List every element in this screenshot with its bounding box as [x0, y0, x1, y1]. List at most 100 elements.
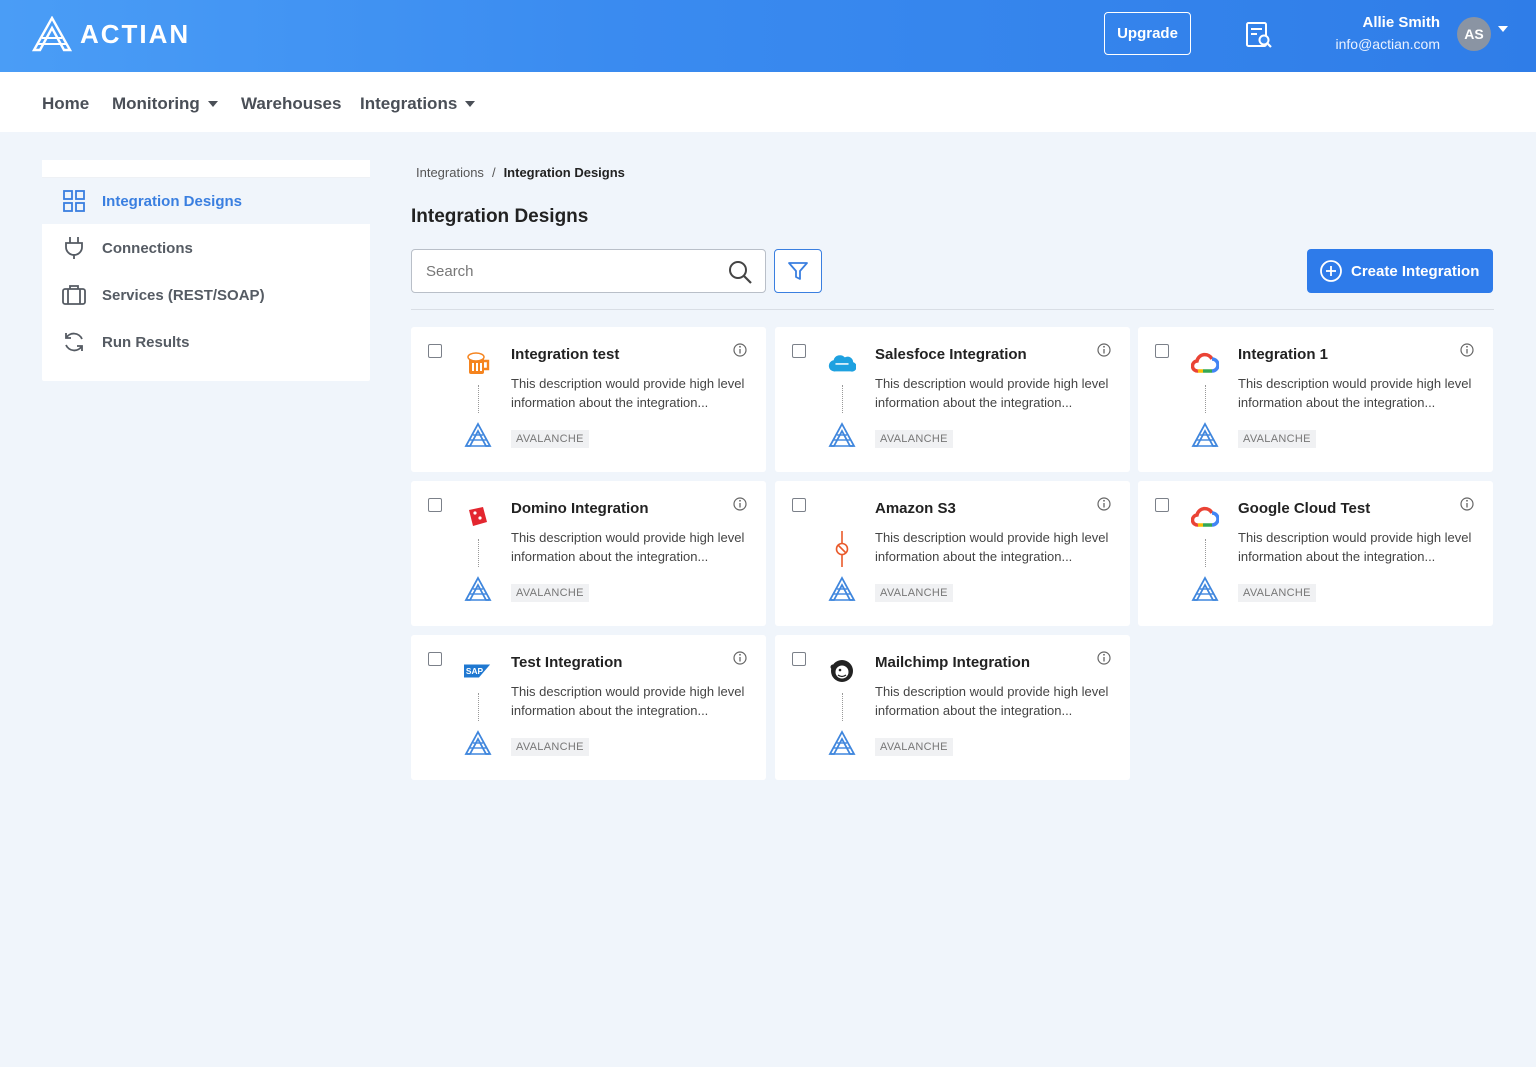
info-icon[interactable]: [1097, 343, 1111, 357]
search-box: [411, 249, 766, 293]
info-icon[interactable]: [1460, 343, 1474, 357]
card-description: This description would provide high leve…: [511, 530, 745, 564]
integration-card[interactable]: Salesfoce Integration This description wo…: [775, 327, 1130, 472]
sidebar: Integration Designs Connections Services…: [42, 160, 370, 381]
report-search-icon[interactable]: [1244, 20, 1274, 50]
search-icon[interactable]: [727, 259, 753, 285]
card-checkbox[interactable]: [792, 344, 806, 358]
nav-warehouses[interactable]: Warehouses: [241, 94, 341, 114]
integration-card[interactable]: SAP Test Integration This description woul…: [411, 635, 766, 780]
connector-line: [478, 539, 479, 567]
card-checkbox[interactable]: [792, 652, 806, 666]
search-input[interactable]: [426, 260, 716, 282]
sidebar-item-label: Services (REST/SOAP): [102, 286, 265, 304]
info-icon[interactable]: [733, 343, 747, 357]
info-icon[interactable]: [1460, 497, 1474, 511]
card-title[interactable]: Salesfoce Integration: [875, 346, 1027, 363]
info-icon[interactable]: [1097, 497, 1111, 511]
card-description: This description would provide high leve…: [511, 684, 745, 718]
target-badge: AVALANCHE: [1238, 430, 1316, 448]
avalanche-icon: [464, 576, 492, 602]
integration-card[interactable]: Domino Integration This description would…: [411, 481, 766, 626]
actian-logo-icon: [32, 16, 72, 52]
card-description: This description would provide high leve…: [875, 530, 1109, 564]
info-icon[interactable]: [1097, 651, 1111, 665]
sidebar-item-run-results[interactable]: Run Results: [42, 319, 370, 365]
caret-down-icon: [207, 101, 218, 107]
briefcase-icon: [62, 283, 86, 307]
filter-button[interactable]: [774, 249, 822, 293]
info-icon[interactable]: [733, 651, 747, 665]
upgrade-button[interactable]: Upgrade: [1104, 12, 1191, 55]
salesforce-cloud-icon: [828, 349, 856, 377]
breadcrumb-separator: /: [491, 165, 496, 180]
grid-icon: [62, 189, 86, 213]
user-name: Allie Smith: [1362, 14, 1440, 31]
connector-line: [842, 385, 843, 413]
avalanche-icon: [828, 730, 856, 756]
breadcrumb-current: Integration Designs: [503, 165, 625, 180]
create-integration-button[interactable]: Create Integration: [1307, 249, 1493, 293]
google-cloud-icon: [1191, 349, 1219, 377]
sidebar-item-integration-designs[interactable]: Integration Designs: [42, 178, 370, 224]
avalanche-icon: [1191, 422, 1219, 448]
card-title[interactable]: Integration 1: [1238, 346, 1328, 363]
target-badge: AVALANCHE: [511, 430, 589, 448]
target-badge: AVALANCHE: [875, 430, 953, 448]
card-checkbox[interactable]: [428, 652, 442, 666]
sidebar-item-services[interactable]: Services (REST/SOAP): [42, 272, 370, 318]
integration-card[interactable]: Google Cloud Test This description would …: [1138, 481, 1493, 626]
sidebar-item-label: Run Results: [102, 333, 190, 351]
integration-card[interactable]: Mailchimp Integration This description wo…: [775, 635, 1130, 780]
avalanche-icon: [464, 422, 492, 448]
target-badge: AVALANCHE: [875, 584, 953, 602]
card-checkbox[interactable]: [428, 498, 442, 512]
avatar[interactable]: AS: [1457, 17, 1491, 51]
nav-home-label: Home: [42, 94, 90, 113]
sidebar-item-label: Integration Designs: [102, 192, 243, 210]
avalanche-icon: [464, 730, 492, 756]
card-title[interactable]: Google Cloud Test: [1238, 500, 1370, 517]
avalanche-icon: [828, 576, 856, 602]
card-checkbox[interactable]: [428, 344, 442, 358]
card-checkbox[interactable]: [1155, 498, 1169, 512]
connector-line: [1205, 539, 1206, 567]
card-description: This description would provide high leve…: [875, 376, 1109, 410]
nav-monitoring[interactable]: Monitoring: [112, 94, 218, 114]
integration-card[interactable]: Amazon S3 This description would provide …: [775, 481, 1130, 626]
card-title[interactable]: Amazon S3: [875, 500, 956, 517]
nav-monitoring-label: Monitoring: [112, 94, 200, 113]
caret-down-icon: [465, 101, 476, 107]
brand-name: ACTIAN: [80, 18, 191, 49]
plus-circle-icon: [1320, 260, 1342, 282]
integration-card[interactable]: Integration 1 This description would prov…: [1138, 327, 1493, 472]
breadcrumb-integrations[interactable]: Integrations: [416, 165, 484, 180]
card-description: This description would provide high leve…: [1238, 376, 1472, 410]
card-checkbox[interactable]: [1155, 344, 1169, 358]
create-integration-label: Create Integration: [1351, 262, 1480, 280]
nav-integrations[interactable]: Integrations: [360, 94, 476, 114]
sidebar-header: [42, 160, 370, 178]
actian-logo[interactable]: ACTIAN: [32, 16, 190, 52]
nav-warehouses-label: Warehouses: [241, 94, 342, 113]
target-badge: AVALANCHE: [875, 738, 953, 756]
refresh-icon: [62, 330, 86, 354]
integration-card[interactable]: Integration test This description would p…: [411, 327, 766, 472]
connector-line: [478, 693, 479, 721]
card-title[interactable]: Integration test: [511, 346, 619, 363]
nav-home[interactable]: Home: [42, 94, 89, 114]
card-title[interactable]: Domino Integration: [511, 500, 649, 517]
nav-integrations-label: Integrations: [360, 94, 458, 113]
card-checkbox[interactable]: [792, 498, 806, 512]
beer-mug-icon: [464, 349, 492, 377]
card-title[interactable]: Mailchimp Integration: [875, 654, 1030, 671]
plug-icon: [62, 236, 86, 260]
filter-icon: [788, 262, 808, 280]
user-menu-caret-icon[interactable]: [1498, 26, 1508, 32]
card-title[interactable]: Test Integration: [511, 654, 622, 671]
divider: [411, 309, 1494, 310]
info-icon[interactable]: [733, 497, 747, 511]
sidebar-item-connections[interactable]: Connections: [42, 225, 370, 271]
svg-text:SAP: SAP: [466, 666, 484, 676]
connector-disabled-icon: [832, 531, 852, 567]
